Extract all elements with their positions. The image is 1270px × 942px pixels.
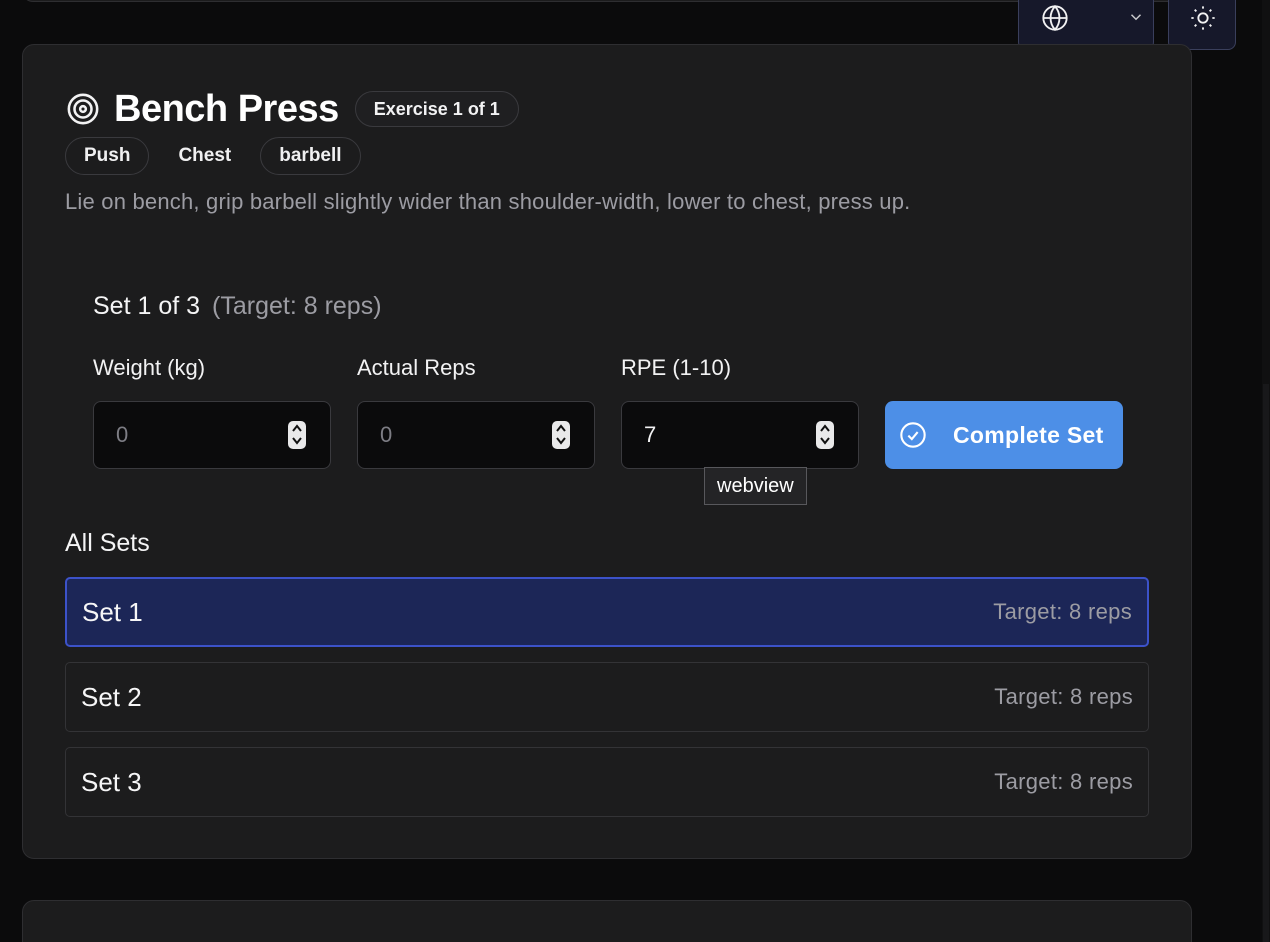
current-set-label: Set 1 of 3 [93,292,201,320]
exercise-tags: Push Chest barbell [65,137,361,175]
exercise-header: Bench Press Exercise 1 of 1 [66,87,519,130]
current-set-heading: Set 1 of 3 (Target: 8 reps) [93,292,382,321]
tag-push: Push [65,137,150,175]
tag-barbell: barbell [260,137,361,175]
weight-stepper[interactable] [288,421,306,449]
rpe-value: 7 [644,422,657,447]
set-row-3[interactable]: Set 3 Target: 8 reps [65,747,1149,817]
language-selector[interactable] [1018,0,1154,50]
previous-card [22,0,1190,2]
set-target: Target: 8 reps [993,599,1132,624]
exercise-description: Lie on bench, grip barbell slightly wide… [65,189,911,214]
set-target: Target: 8 reps [994,684,1133,709]
reps-stepper[interactable] [552,421,570,449]
set-row-1[interactable]: Set 1 Target: 8 reps [65,577,1149,647]
all-sets-heading: All Sets [65,529,150,557]
reps-label: Actual Reps [357,355,476,380]
check-circle-icon [900,422,926,448]
tag-chest: Chest [178,145,232,166]
rpe-stepper[interactable] [816,421,834,449]
set-name: Set 1 [82,596,143,627]
weight-label: Weight (kg) [93,355,206,380]
exercise-count-badge: Exercise 1 of 1 [354,91,519,127]
workout-page: Bench Press Exercise 1 of 1 Push Chest b… [0,0,1270,942]
scrollbar-thumb[interactable] [1263,384,1269,942]
webview-tooltip: webview [704,467,807,505]
set-target: Target: 8 reps [994,769,1133,794]
exercise-title: Bench Press [114,87,339,130]
complete-set-label: Complete Set [953,421,1104,448]
chevron-down-icon [1130,14,1142,21]
current-set-target: (Target: 8 reps) [212,292,382,320]
sun-icon [1191,6,1215,30]
target-icon [67,93,99,125]
reps-input[interactable]: 0 [357,401,595,469]
rpe-label: RPE (1-10) [621,355,732,380]
set-name: Set 2 [81,681,142,712]
complete-set-button[interactable]: Complete Set [885,401,1123,469]
weight-input[interactable]: 0 [93,401,331,469]
rpe-input[interactable]: 7 [621,401,859,469]
theme-toggle-button[interactable] [1168,0,1236,50]
exercise-card: Bench Press Exercise 1 of 1 Push Chest b… [22,44,1192,859]
reps-value: 0 [380,422,393,447]
weight-value: 0 [116,422,129,447]
set-name: Set 3 [81,766,142,797]
next-card [22,900,1192,942]
set-row-2[interactable]: Set 2 Target: 8 reps [65,662,1149,732]
globe-icon [1042,4,1068,32]
